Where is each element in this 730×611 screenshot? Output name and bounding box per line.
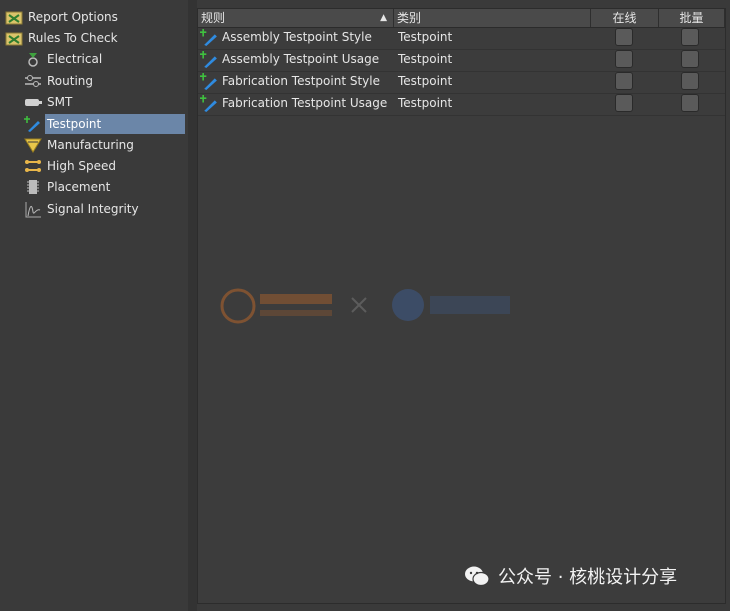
- column-header-batch-label: 批量: [679, 11, 704, 25]
- tree-item-testpoint[interactable]: Testpoint: [24, 114, 185, 134]
- online-checkbox[interactable]: [615, 94, 633, 112]
- tree-item-high-speed[interactable]: High Speed: [24, 156, 118, 176]
- panel-splitter[interactable]: [188, 0, 197, 611]
- column-header-online[interactable]: 在线: [591, 9, 659, 27]
- tree-item-smt[interactable]: SMT: [24, 92, 74, 112]
- tree-item-label: Testpoint: [45, 114, 185, 134]
- batch-checkbox[interactable]: [681, 50, 699, 68]
- column-header-category[interactable]: 类别: [394, 9, 591, 27]
- wechat-icon: [465, 566, 490, 587]
- table-row[interactable]: Assembly Testpoint Style Testpoint: [198, 27, 725, 50]
- routing-icon: [25, 75, 41, 87]
- tree-item-label: Placement: [47, 180, 111, 194]
- table-row[interactable]: Fabrication Testpoint Style Testpoint: [198, 71, 725, 94]
- tree-item-manufacturing[interactable]: Manufacturing: [24, 135, 136, 155]
- tree-item-label: Rules To Check: [28, 31, 118, 45]
- testpoint-rule-icon: [200, 73, 217, 90]
- batch-checkbox[interactable]: [681, 28, 699, 46]
- column-header-batch[interactable]: 批量: [659, 9, 725, 27]
- online-checkbox[interactable]: [615, 28, 633, 46]
- testpoint-rule-icon: [200, 51, 217, 68]
- tree-item-label: SMT: [47, 95, 73, 109]
- watermark-text: 公众号 · 核桃设计分享: [498, 567, 678, 588]
- tree-item-placement[interactable]: Placement: [24, 177, 112, 197]
- center-logo-watermark: [220, 288, 510, 324]
- rule-name: Assembly Testpoint Usage: [222, 52, 380, 66]
- rule-name: Fabrication Testpoint Usage: [222, 96, 388, 110]
- electrical-icon: [28, 53, 38, 67]
- testpoint-icon: [24, 116, 40, 132]
- signal-integrity-icon: [25, 202, 41, 218]
- tree-item-label: Manufacturing: [47, 138, 134, 152]
- report-options-icon: [5, 11, 23, 25]
- table-row[interactable]: Fabrication Testpoint Usage Testpoint: [198, 93, 725, 116]
- tree-item-label: Signal Integrity: [47, 202, 139, 216]
- smt-icon: [25, 99, 42, 106]
- rule-name: Fabrication Testpoint Style: [222, 74, 380, 88]
- grid-header: 规则 ▲ 类别 在线 批量: [198, 9, 725, 28]
- rule-category: Testpoint: [398, 52, 453, 66]
- tree-item-label: High Speed: [47, 159, 117, 173]
- table-row[interactable]: Assembly Testpoint Usage Testpoint: [198, 49, 725, 72]
- tree-item-report-options[interactable]: Report Options: [5, 7, 120, 27]
- column-header-rule-label: 规则: [201, 11, 226, 25]
- tree-item-rules-to-check[interactable]: Rules To Check: [5, 28, 120, 48]
- tree-item-label: Report Options: [28, 10, 118, 24]
- tree-item-electrical[interactable]: Electrical: [24, 49, 104, 69]
- online-checkbox[interactable]: [615, 72, 633, 90]
- tree-item-label: Routing: [47, 74, 94, 88]
- tree-item-label: Electrical: [47, 52, 103, 66]
- sort-ascending-icon: ▲: [380, 13, 387, 23]
- testpoint-rule-icon: [200, 95, 217, 112]
- batch-checkbox[interactable]: [681, 72, 699, 90]
- manufacturing-icon: [24, 138, 42, 153]
- high-speed-icon: [25, 160, 41, 172]
- tree-item-routing[interactable]: Routing: [24, 71, 95, 91]
- rule-category: Testpoint: [398, 30, 453, 44]
- column-header-rule[interactable]: 规则 ▲: [198, 9, 394, 27]
- rules-tree: Report Options Rules To Check Electrical…: [0, 0, 188, 611]
- batch-checkbox[interactable]: [681, 94, 699, 112]
- testpoint-rule-icon: [200, 29, 217, 46]
- rule-category: Testpoint: [398, 74, 453, 88]
- wechat-watermark: 公众号 · 核桃设计分享: [464, 563, 677, 589]
- tree-item-signal-integrity[interactable]: Signal Integrity: [24, 199, 141, 219]
- column-header-online-label: 在线: [612, 11, 637, 25]
- rules-to-check-icon: [5, 32, 23, 46]
- rule-category: Testpoint: [398, 96, 453, 110]
- placement-icon: [27, 180, 39, 194]
- rule-name: Assembly Testpoint Style: [222, 30, 372, 44]
- online-checkbox[interactable]: [615, 50, 633, 68]
- column-header-category-label: 类别: [397, 11, 422, 25]
